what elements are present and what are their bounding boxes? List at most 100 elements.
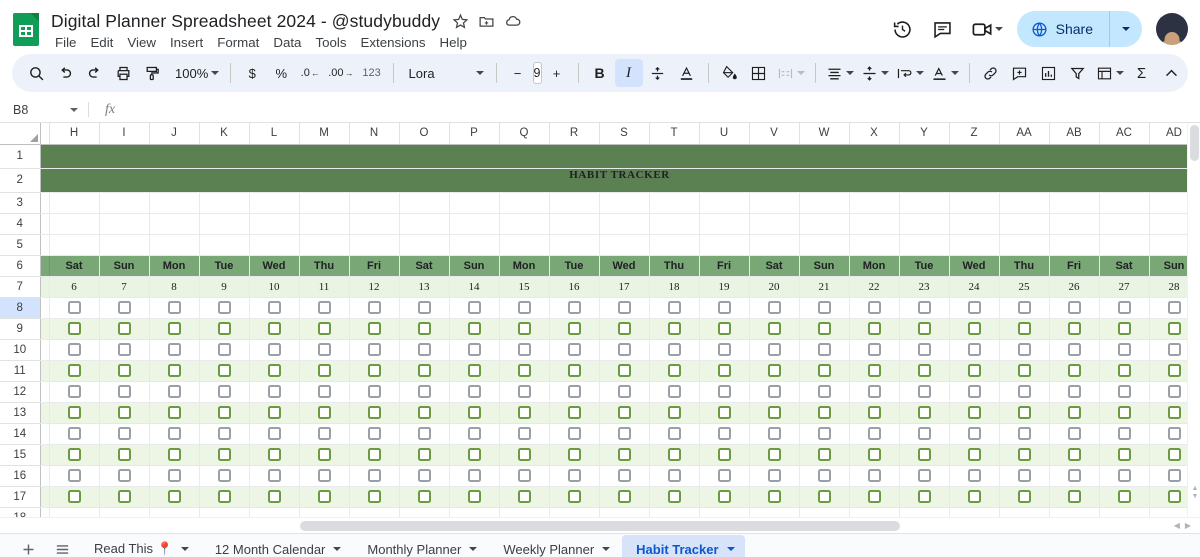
habit-checkbox[interactable] bbox=[917, 427, 931, 440]
habit-checkbox[interactable] bbox=[317, 448, 331, 461]
habit-checkbox[interactable] bbox=[767, 427, 781, 440]
habit-checkbox[interactable] bbox=[717, 448, 731, 461]
habit-checkbox[interactable] bbox=[1017, 343, 1031, 356]
habit-cell[interactable] bbox=[899, 381, 950, 403]
habit-checkbox[interactable] bbox=[717, 301, 731, 314]
day-number-cell[interactable]: 23 bbox=[899, 276, 950, 298]
habit-checkbox[interactable] bbox=[617, 364, 631, 377]
borders-icon[interactable] bbox=[745, 59, 773, 87]
menu-insert[interactable]: Insert bbox=[163, 33, 210, 52]
habit-checkbox[interactable] bbox=[867, 427, 881, 440]
habit-cell[interactable] bbox=[599, 423, 650, 445]
day-number-cell[interactable]: 15 bbox=[499, 276, 550, 298]
habit-cell[interactable] bbox=[849, 486, 900, 508]
habit-cell[interactable] bbox=[1049, 381, 1100, 403]
habit-cell[interactable] bbox=[949, 360, 1000, 382]
habit-cell[interactable] bbox=[649, 465, 700, 487]
habit-checkbox[interactable] bbox=[917, 322, 931, 335]
empty-cell[interactable] bbox=[1099, 192, 1150, 214]
habit-cell[interactable] bbox=[999, 465, 1050, 487]
empty-cell[interactable] bbox=[349, 213, 400, 235]
habit-cell[interactable] bbox=[849, 297, 900, 319]
habit-checkbox[interactable] bbox=[67, 301, 81, 314]
italic-button[interactable]: I bbox=[614, 59, 643, 87]
sheet-tab-weekly-planner[interactable]: Weekly Planner bbox=[489, 535, 620, 557]
habit-checkbox[interactable] bbox=[1017, 490, 1031, 503]
menu-edit[interactable]: Edit bbox=[83, 33, 120, 52]
day-name-cell[interactable]: Sat bbox=[399, 255, 450, 277]
habit-cell[interactable] bbox=[449, 486, 500, 508]
habit-cell[interactable] bbox=[299, 360, 350, 382]
habit-checkbox[interactable] bbox=[167, 301, 181, 314]
habit-cell[interactable] bbox=[99, 423, 150, 445]
habit-cell[interactable] bbox=[949, 381, 1000, 403]
day-name-cell[interactable]: Sat bbox=[49, 255, 100, 277]
habit-cell[interactable] bbox=[999, 423, 1050, 445]
habit-checkbox[interactable] bbox=[267, 364, 281, 377]
column-header-AB[interactable]: AB bbox=[1049, 123, 1100, 145]
habit-checkbox[interactable] bbox=[1067, 385, 1081, 398]
habit-checkbox[interactable] bbox=[917, 343, 931, 356]
habit-checkbox[interactable] bbox=[667, 448, 681, 461]
empty-cell[interactable] bbox=[349, 234, 400, 256]
empty-cell[interactable] bbox=[599, 213, 650, 235]
habit-checkbox[interactable] bbox=[567, 469, 581, 482]
column-header-T[interactable]: T bbox=[649, 123, 700, 145]
habit-checkbox[interactable] bbox=[817, 448, 831, 461]
habit-checkbox[interactable] bbox=[1117, 343, 1131, 356]
habit-checkbox[interactable] bbox=[1117, 406, 1131, 419]
habit-checkbox[interactable] bbox=[267, 322, 281, 335]
habit-cell[interactable] bbox=[49, 360, 100, 382]
habit-checkbox[interactable] bbox=[1017, 448, 1031, 461]
habit-checkbox[interactable] bbox=[817, 364, 831, 377]
column-header-X[interactable]: X bbox=[849, 123, 900, 145]
habit-checkbox[interactable] bbox=[67, 427, 81, 440]
habit-checkbox[interactable] bbox=[117, 490, 131, 503]
habit-cell[interactable] bbox=[599, 402, 650, 424]
habit-checkbox[interactable] bbox=[567, 427, 581, 440]
row-header-12[interactable]: 12 bbox=[0, 381, 41, 403]
habit-cell[interactable] bbox=[349, 423, 400, 445]
empty-cell[interactable] bbox=[1099, 213, 1150, 235]
habit-cell[interactable] bbox=[999, 339, 1050, 361]
habit-cell[interactable] bbox=[299, 318, 350, 340]
habit-checkbox[interactable] bbox=[417, 364, 431, 377]
habit-checkbox[interactable] bbox=[267, 448, 281, 461]
habit-checkbox[interactable] bbox=[967, 406, 981, 419]
habit-cell[interactable] bbox=[849, 465, 900, 487]
habit-cell[interactable] bbox=[549, 402, 600, 424]
empty-cell[interactable] bbox=[949, 192, 1000, 214]
habit-cell[interactable] bbox=[749, 486, 800, 508]
chevron-down-icon[interactable] bbox=[602, 547, 611, 551]
increase-decimal-button[interactable]: .00 → bbox=[325, 59, 356, 87]
habit-checkbox[interactable] bbox=[617, 406, 631, 419]
empty-cell[interactable] bbox=[199, 213, 250, 235]
habit-cell[interactable] bbox=[1049, 402, 1100, 424]
habit-cell[interactable] bbox=[999, 297, 1050, 319]
habit-checkbox[interactable] bbox=[217, 427, 231, 440]
empty-cell[interactable] bbox=[99, 507, 150, 517]
habit-checkbox[interactable] bbox=[867, 364, 881, 377]
menu-data[interactable]: Data bbox=[266, 33, 308, 52]
habit-checkbox[interactable] bbox=[767, 301, 781, 314]
column-header-M[interactable]: M bbox=[299, 123, 350, 145]
habit-cell[interactable] bbox=[499, 486, 550, 508]
habit-cell[interactable] bbox=[1099, 444, 1150, 466]
day-name-cell[interactable]: Sat bbox=[749, 255, 800, 277]
habit-cell[interactable] bbox=[749, 444, 800, 466]
empty-cell[interactable] bbox=[599, 234, 650, 256]
habit-cell[interactable] bbox=[199, 360, 250, 382]
empty-cell[interactable] bbox=[1049, 234, 1100, 256]
insert-chart-icon[interactable] bbox=[1035, 59, 1063, 87]
decrease-font-size-button[interactable]: − bbox=[504, 59, 532, 87]
empty-cell[interactable] bbox=[249, 507, 300, 517]
habit-cell[interactable] bbox=[199, 465, 250, 487]
habit-checkbox[interactable] bbox=[967, 343, 981, 356]
habit-cell[interactable] bbox=[299, 423, 350, 445]
sheet-tab-habit-tracker[interactable]: Habit Tracker bbox=[622, 535, 745, 557]
habit-cell[interactable] bbox=[749, 360, 800, 382]
habit-checkbox[interactable] bbox=[67, 322, 81, 335]
habit-cell[interactable] bbox=[849, 423, 900, 445]
day-name-cell[interactable]: Thu bbox=[999, 255, 1050, 277]
habit-checkbox[interactable] bbox=[617, 343, 631, 356]
